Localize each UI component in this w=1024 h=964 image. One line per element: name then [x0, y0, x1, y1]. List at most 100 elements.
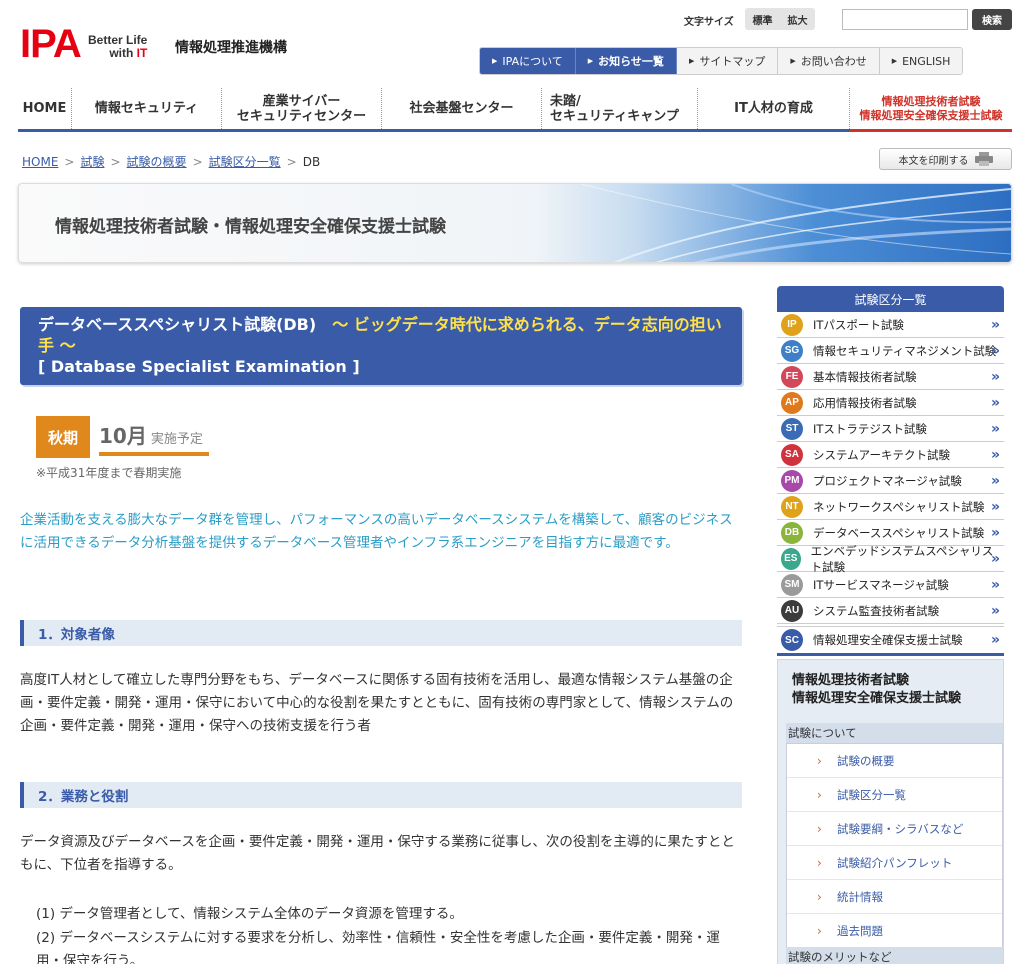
- main-nav-cyber-line1: 産業サイバー: [262, 93, 341, 109]
- page: IPA Better Life with IT 情報処理推進機構 文字サイズ 標…: [0, 0, 1024, 964]
- double-chevron-right-icon: »: [990, 576, 1000, 593]
- main-nav-exam-line1: 情報処理技術者試験: [881, 94, 981, 108]
- exam-category-sa[interactable]: SA システムアーキテクト試験 »: [777, 442, 1004, 468]
- main-nav-exam[interactable]: 情報処理技術者試験 情報処理安全確保支援士試験: [850, 88, 1012, 132]
- exam-category-label: システム監査技術者試験: [813, 603, 940, 618]
- exam-about-link[interactable]: 過去問題: [787, 914, 1002, 948]
- triangle-right-icon: ▶: [688, 57, 695, 65]
- search-input[interactable]: [842, 9, 968, 30]
- exam-about-link[interactable]: 統計情報: [787, 880, 1002, 914]
- exam-about-link[interactable]: 試験要綱・シラバスなど: [787, 812, 1002, 846]
- main-nav-cyber[interactable]: 産業サイバー セキュリティセンター: [222, 88, 382, 129]
- main-nav-home[interactable]: HOME: [18, 88, 72, 129]
- exam-category-label: ネットワークスペシャリスト試験: [813, 499, 985, 514]
- exam-category-ap[interactable]: AP 応用情報技術者試験 »: [777, 390, 1004, 416]
- exam-category-au[interactable]: AU システム監査技術者試験 »: [777, 598, 1004, 624]
- top-nav-about[interactable]: ▶ IPAについて: [480, 48, 576, 74]
- exam-category-ip[interactable]: IP ITパスポート試験 »: [777, 312, 1004, 338]
- sidebar-heading: 試験区分一覧: [777, 286, 1004, 312]
- exam-info-title-line1: 情報処理技術者試験: [792, 673, 910, 688]
- exam-code-icon: AP: [781, 391, 803, 414]
- exam-category-sg[interactable]: SG 情報セキュリティマネジメント試験»: [777, 338, 1004, 364]
- breadcrumb-separator: >: [286, 154, 297, 169]
- double-chevron-right-icon: »: [990, 368, 1000, 385]
- triangle-right-icon: ▶: [790, 57, 796, 65]
- breadcrumb: HOME > 試験 > 試験の概要 > 試験区分一覧 > DB: [22, 153, 320, 170]
- main-nav: HOME 情報セキュリティ 産業サイバー セキュリティセンター 社会基盤センター…: [18, 88, 1012, 132]
- role-list-item: (2) データベースシステムに対する要求を分析し、効率性・信頼性・安全性を考慮し…: [36, 930, 720, 964]
- exam-category-st[interactable]: ST ITストラテジスト試験 »: [777, 416, 1004, 442]
- tagline-line2: with IT: [88, 47, 147, 60]
- exam-title-english: [ Database Specialist Examination ]: [38, 357, 360, 376]
- top-nav-english[interactable]: ▶ ENGLISH: [879, 48, 963, 74]
- exam-about-link-label: 試験紹介パンフレット: [837, 855, 953, 870]
- exam-category-sc[interactable]: SC 情報処理安全確保支援士試験 »: [777, 626, 1004, 656]
- exam-about-link-label: 試験の概要: [837, 753, 895, 768]
- search-button[interactable]: 検索: [972, 9, 1012, 30]
- exam-info-title: 情報処理技術者試験 情報処理安全確保支援士試験: [792, 672, 961, 708]
- exam-about-heading: 試験について: [786, 723, 1003, 743]
- exam-category-label: 情報セキュリティマネジメント試験: [813, 343, 997, 358]
- top-nav: ▶ IPAについて ▶ お知らせ一覧 ▶ サイトマップ ▶ お問い合わせ ▶ ENGLIS…: [479, 47, 964, 75]
- exam-title-name: データベーススペシャリスト試験(DB): [38, 315, 317, 334]
- breadcrumb-home[interactable]: HOME: [22, 155, 58, 169]
- main-nav-social[interactable]: 社会基盤センター: [382, 88, 542, 129]
- exam-category-label: データベーススペシャリスト試験: [813, 525, 985, 540]
- tagline-it: IT: [136, 46, 148, 60]
- double-chevron-right-icon: »: [990, 316, 1000, 333]
- triangle-right-icon: ▶: [587, 57, 594, 65]
- print-button[interactable]: 本文を印刷する: [879, 148, 1012, 170]
- font-size-large-button[interactable]: 拡大: [788, 12, 808, 27]
- banner-title: 情報処理技術者試験・情報処理安全確保支援士試験: [55, 217, 446, 237]
- double-chevron-right-icon: »: [990, 602, 1000, 619]
- top-nav-news[interactable]: ▶ お知らせ一覧: [575, 48, 677, 74]
- exam-category-list: IP ITパスポート試験» SG 情報セキュリティマネジメント試験» FE 基本情報技術者…: [777, 312, 1004, 656]
- exam-code-icon: SM: [781, 573, 803, 596]
- exam-code-icon: AU: [781, 599, 803, 622]
- double-chevron-right-icon: »: [990, 342, 1000, 359]
- exam-about-link[interactable]: 試験区分一覧: [787, 778, 1002, 812]
- exam-category-nt[interactable]: NT ネットワークスペシャリスト試験 »: [777, 494, 1004, 520]
- exam-category-label: ITサービスマネージャ試験: [813, 577, 949, 592]
- exam-category-label: エンベデッドシステムスペシャリスト試験: [810, 543, 994, 574]
- section-heading-role: 2．業務と役割: [20, 782, 742, 808]
- breadcrumb-separator: >: [64, 154, 75, 169]
- exam-category-label: システムアーキテクト試験: [813, 447, 950, 462]
- exam-category-sm[interactable]: SM ITサービスマネージャ試験 »: [777, 572, 1004, 598]
- font-size-standard-button[interactable]: 標準: [753, 12, 773, 27]
- exam-category-pm[interactable]: PM プロジェクトマネージャ試験 »: [777, 468, 1004, 494]
- breadcrumb-list[interactable]: 試験区分一覧: [209, 153, 281, 170]
- schedule-label: 実施予定: [150, 432, 203, 447]
- print-label: 本文を印刷する: [898, 155, 969, 167]
- double-chevron-right-icon: »: [990, 550, 1000, 567]
- breadcrumb-overview[interactable]: 試験の概要: [127, 153, 187, 170]
- ipa-logo[interactable]: IPA: [20, 24, 82, 64]
- top-nav-contact[interactable]: ▶ お問い合わせ: [778, 48, 880, 74]
- exam-category-es[interactable]: ES エンベデッドシステムスペシャリスト試験»: [777, 543, 1004, 574]
- season-note: ※平成31年度まで春期実施: [36, 466, 182, 480]
- main-nav-camp[interactable]: 未踏/ セキュリティキャンプ: [542, 88, 698, 129]
- org-name[interactable]: 情報処理推進機構: [175, 37, 287, 57]
- main-nav-camp-line2: セキュリティキャンプ: [550, 108, 679, 124]
- exam-about-link-label: 過去問題: [837, 923, 883, 938]
- schedule-month: 10月 実施予定: [99, 420, 209, 456]
- exam-category-label: ITパスポート試験: [813, 317, 904, 332]
- top-nav-label: お問い合わせ: [800, 55, 867, 68]
- exam-info-title-line2: 情報処理安全確保支援士試験: [792, 691, 962, 706]
- breadcrumb-exam[interactable]: 試験: [80, 153, 104, 170]
- role-list-item: (1) データ管理者として、情報システム全体のデータ資源を管理する。: [36, 906, 463, 922]
- exam-about-link[interactable]: 試験の概要: [787, 744, 1002, 778]
- breadcrumb-separator: >: [110, 154, 121, 169]
- font-size-label: 文字サイズ: [684, 17, 734, 28]
- exam-merit-heading: 試験のメリットなど: [786, 947, 1003, 964]
- exam-category-fe[interactable]: FE 基本情報技術者試験 »: [777, 364, 1004, 390]
- double-chevron-right-icon: »: [990, 524, 1000, 541]
- triangle-right-icon: ▶: [891, 57, 898, 65]
- top-nav-label: ENGLISH: [902, 54, 951, 68]
- main-nav-security[interactable]: 情報セキュリティ: [72, 88, 222, 129]
- double-chevron-right-icon: »: [990, 498, 1000, 515]
- main-nav-itjinzai[interactable]: IT人材の育成: [698, 88, 850, 129]
- logo-tagline: Better Life with IT: [88, 34, 147, 60]
- exam-about-link[interactable]: 試験紹介パンフレット: [787, 846, 1002, 880]
- top-nav-sitemap[interactable]: ▶ サイトマップ: [676, 48, 779, 74]
